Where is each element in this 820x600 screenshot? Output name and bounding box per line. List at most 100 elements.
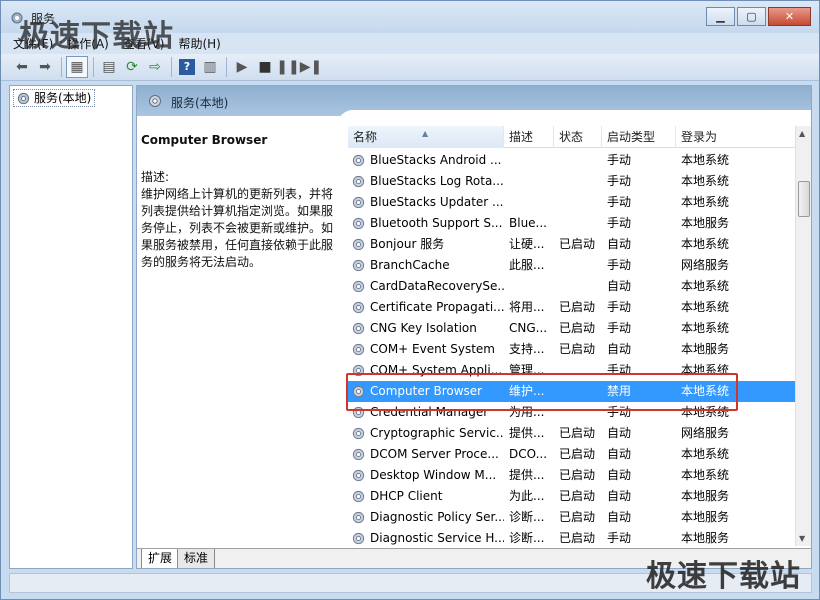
column-header-status[interactable]: 状态 (554, 126, 602, 148)
service-row[interactable]: BlueStacks Android ... 手动 本地系统 (348, 150, 796, 171)
service-name-cell: BlueStacks Android ... (348, 150, 504, 171)
service-name-text: Bonjour 服务 (370, 237, 445, 251)
refresh-icon: ⟳ (126, 59, 138, 75)
gear-icon (352, 259, 365, 272)
service-status-cell (554, 255, 602, 276)
refresh-button[interactable]: ⟳ (121, 56, 143, 78)
service-description-cell (504, 150, 554, 171)
vertical-scrollbar[interactable]: ▲ ▼ (795, 126, 811, 546)
service-name-cell: Diagnostic Policy Ser... (348, 507, 504, 528)
gear-icon (352, 532, 365, 545)
service-log-on-as-cell: 本地系统 (681, 153, 730, 167)
service-row[interactable]: DHCP Client 为此... 已启动 自动 本地服务 (348, 486, 796, 507)
tree-item-services-local[interactable]: 服务(本地) (13, 89, 96, 107)
selection-highlight-box (346, 373, 738, 411)
show-console-tree-button[interactable]: ▦ (66, 56, 88, 78)
stop-service-button[interactable]: ■ (254, 56, 276, 78)
column-header-log-on-as[interactable]: 登录为 (676, 126, 796, 148)
tab-standard[interactable]: 标准 (177, 549, 216, 568)
service-row[interactable]: BlueStacks Log Rota... 手动 本地系统 (348, 171, 796, 192)
service-log-on-as-cell: 本地系统 (681, 468, 730, 482)
service-name-cell: Certificate Propagati... (348, 297, 504, 318)
service-detail-panel: Computer Browser 描述: 维护网络上计算机的更新列表，并将列表提… (141, 132, 337, 271)
service-row[interactable]: Desktop Window M... 提供... 已启动 自动 本地系统 (348, 465, 796, 486)
column-header-description[interactable]: 描述 (504, 126, 554, 148)
service-name-cell: BranchCache (348, 255, 504, 276)
pause-service-button[interactable]: ❚❚ (276, 56, 299, 78)
close-button[interactable]: ✕ (768, 7, 811, 26)
watermark-bottom: 极速下载站 (646, 559, 801, 594)
service-description-cell: 提供... (509, 468, 545, 482)
service-row[interactable]: Cryptographic Servic... 提供... 已启动 自动 网络服务 (348, 423, 796, 444)
forward-button[interactable]: ➡ (34, 56, 56, 78)
service-log-on-as-cell: 本地系统 (681, 279, 730, 293)
service-name-cell: DCOM Server Proce... (348, 444, 504, 465)
service-log-on-as-cell: 本地系统 (681, 321, 730, 335)
service-name-cell: DHCP Client (348, 486, 504, 507)
service-row[interactable]: BranchCache 此服... 手动 网络服务 (348, 255, 796, 276)
service-log-on-as-cell: 本地系统 (681, 174, 730, 188)
service-name-cell: Cryptographic Servic... (348, 423, 504, 444)
tab-extended[interactable]: 扩展 (141, 549, 180, 568)
properties-button[interactable]: ▤ (98, 56, 120, 78)
service-startup-type-cell: 自动 (607, 510, 632, 524)
restart-service-button[interactable]: ▶❚ (300, 56, 323, 78)
service-row[interactable]: BlueStacks Updater ... 手动 本地系统 (348, 192, 796, 213)
scroll-thumb[interactable] (798, 181, 810, 217)
service-startup-type-cell: 手动 (607, 153, 632, 167)
service-description-cell (504, 192, 554, 213)
toolbar-separator (93, 57, 94, 77)
export-list-button[interactable]: ⇨ (144, 56, 166, 78)
service-startup-type-cell: 手动 (607, 258, 632, 272)
service-status-cell: 已启动 (559, 447, 596, 461)
service-row[interactable]: Diagnostic Service H... 诊断... 已启动 手动 本地服务 (348, 528, 796, 549)
column-header-name[interactable]: 名称 ▲ (348, 126, 504, 148)
column-header-label: 启动类型 (607, 130, 656, 144)
service-startup-type-cell: 自动 (607, 468, 632, 482)
column-header-label: 描述 (509, 130, 534, 144)
gear-icon (352, 511, 365, 524)
service-name-cell: Diagnostic Service H... (348, 528, 504, 549)
service-row[interactable]: Bluetooth Support S... Blue... 手动 本地服务 (348, 213, 796, 234)
action-pane-icon: ▥ (203, 59, 217, 75)
sort-ascending-icon: ▲ (422, 129, 429, 138)
menu-help[interactable]: 帮助(H) (178, 35, 220, 52)
service-row[interactable]: COM+ Event System 支持... 已启动 自动 本地服务 (348, 339, 796, 360)
gear-icon (352, 427, 365, 440)
properties-icon: ▤ (102, 59, 116, 75)
column-header-label: 登录为 (681, 130, 718, 144)
service-row[interactable]: CNG Key Isolation CNG... 已启动 手动 本地系统 (348, 318, 796, 339)
service-name-text: CNG Key Isolation (370, 321, 477, 335)
service-log-on-as-cell: 本地服务 (681, 342, 730, 356)
show-hide-action-pane-button[interactable]: ▥ (199, 56, 221, 78)
service-name-text: COM+ Event System (370, 342, 495, 356)
services-window: 服务 ▁ ▢ ✕ 文件(F) 操作(A) 查看(V) 帮助(H) ⬅ ➡ ▦ ▤… (0, 0, 820, 600)
detail-service-name: Computer Browser (141, 133, 268, 147)
service-log-on-as-cell: 网络服务 (681, 258, 730, 272)
help-button[interactable]: ? (176, 56, 198, 78)
service-log-on-as-cell: 本地系统 (681, 447, 730, 461)
service-row[interactable]: CardDataRecoverySe... 自动 本地系统 (348, 276, 796, 297)
maximize-button[interactable]: ▢ (737, 7, 766, 26)
column-header-startup-type[interactable]: 启动类型 (602, 126, 676, 148)
start-service-button[interactable]: ▶ (231, 56, 253, 78)
service-name-text: BlueStacks Android ... (370, 153, 502, 167)
play-icon: ▶ (236, 59, 248, 75)
scroll-down-icon[interactable]: ▼ (799, 534, 805, 543)
service-status-cell: 已启动 (559, 342, 596, 356)
pane-header-title: 服务(本地) (171, 96, 229, 110)
toolbar-separator (61, 57, 62, 77)
service-row[interactable]: Bonjour 服务 让硬... 已启动 自动 本地系统 (348, 234, 796, 255)
back-button[interactable]: ⬅ (11, 56, 33, 78)
service-status-cell (554, 276, 602, 297)
service-row[interactable]: DCOM Server Proce... DCO... 已启动 自动 本地系统 (348, 444, 796, 465)
service-name-text: Diagnostic Service H... (370, 531, 504, 545)
service-startup-type-cell: 手动 (607, 321, 632, 335)
service-status-cell: 已启动 (559, 510, 596, 524)
minimize-button[interactable]: ▁ (706, 7, 735, 26)
service-row[interactable]: Certificate Propagati... 将用... 已启动 手动 本地系统 (348, 297, 796, 318)
console-tree-icon: ▦ (70, 59, 84, 75)
service-row[interactable]: Diagnostic Policy Ser... 诊断... 已启动 自动 本地服务 (348, 507, 796, 528)
service-name-text: DHCP Client (370, 489, 443, 503)
scroll-up-icon[interactable]: ▲ (799, 129, 805, 138)
